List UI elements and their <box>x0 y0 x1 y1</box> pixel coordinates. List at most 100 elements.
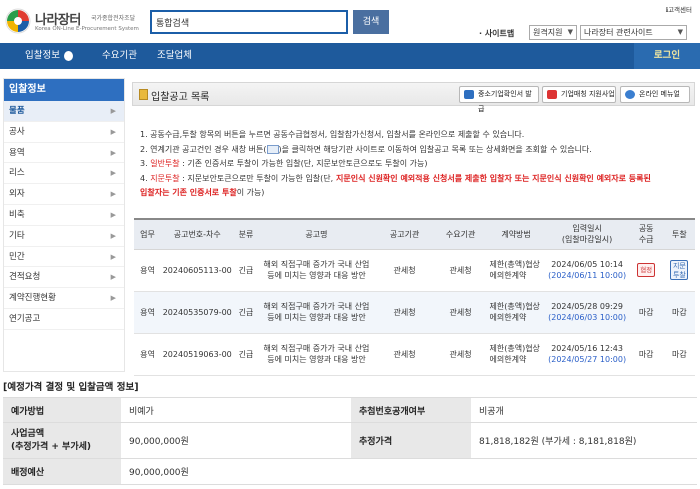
logo-icon <box>5 8 31 34</box>
notice-3-label: 일반투찰 <box>150 159 180 168</box>
notice-list: 1. 공동수급,투찰 항목의 버튼을 누르면 공동수급협정서, 입찰참가신청서,… <box>132 122 695 204</box>
input-date: 2024/05/16 12:43 <box>551 344 623 353</box>
col-header: 입력일시 (입찰마감일시) <box>545 218 629 250</box>
chevron-right-icon: ▶ <box>110 210 116 219</box>
sidebar-item-construction[interactable]: 공사 ▶ <box>4 122 124 143</box>
cell-joint: 마감 <box>628 333 664 376</box>
info-row: 예가방법 비예가 추첨번호공개여부 비공개 <box>3 397 697 423</box>
bid-name-link[interactable]: 해외 직접구매 증가가 국내 산업 등에 미치는 영향과 대응 방안 <box>258 249 375 292</box>
remote-support-label: 원격지원 <box>533 28 563 37</box>
search-button[interactable]: 검색 <box>353 10 389 34</box>
sidebar-item-stockpile[interactable]: 비축 ▶ <box>4 205 124 226</box>
nav-supplier[interactable]: 조달업체 <box>157 43 192 69</box>
top-header: 나라장터 국가종합전자조달 Korea ON-Line E-Procuremen… <box>0 0 700 40</box>
logo-subtitle: 국가종합전자조달 <box>91 15 136 22</box>
cell-demand: 관세청 <box>434 249 487 292</box>
sme-certificate-button[interactable]: 중소기업확인서 발급 <box>459 86 539 113</box>
sidebar-item-label: 용역 <box>9 147 25 158</box>
sidebar-item-label: 계약진행현황 <box>9 293 56 304</box>
table-header-row: 업무 공고번호-차수 분류 공고명 공고기관 수요기관 계약방법 입력일시 (입… <box>134 218 695 250</box>
sidebar-item-label: 견적요청 <box>9 272 41 283</box>
search-input[interactable]: 통합검색 <box>150 10 348 34</box>
related-sites-dropdown[interactable]: 나라장터 관련사이트 ▼ <box>580 25 687 40</box>
joint-agreement-button[interactable]: 협정 <box>637 263 656 277</box>
col-header: 공고번호-차수 <box>160 218 234 250</box>
bid-name-link[interactable]: 해외 직접구매 증가가 국내 산업 등에 미치는 영향과 대응 방안 <box>258 333 375 376</box>
col-header: 공고기관 <box>374 218 435 250</box>
info-value: 81,818,182원 (부가세 : 8,181,818원) <box>471 422 697 459</box>
sme-certificate-label: 중소기업확인서 발급 <box>478 90 532 113</box>
search-select[interactable]: 통합검색 <box>156 16 189 29</box>
sidebar-item-contract-status[interactable]: 계약진행현황 ▶ <box>4 288 124 309</box>
notepad-icon <box>139 89 148 100</box>
notice-1: 1. 공동수급,투찰 항목의 버튼을 누르면 공동수급협정서, 입찰참가신청서,… <box>140 130 525 139</box>
manual-button[interactable]: 온라인 메뉴얼 <box>620 86 690 103</box>
sidebar-item-lease[interactable]: 리스 ▶ <box>4 163 124 185</box>
cell-method: 제한(총액)협상에의한계약 <box>486 333 546 376</box>
sidebar-item-label: 리스 <box>9 168 25 179</box>
cell-work: 용역 <box>134 249 161 292</box>
sidebar-item-service[interactable]: 용역 ▶ <box>4 143 124 164</box>
chevron-right-icon: ▶ <box>110 252 116 261</box>
main-content: 입찰공고 목록 중소기업확인서 발급 기업매칭 지원사업 온라인 메뉴얼 1. … <box>132 78 697 376</box>
page-title: 입찰공고 목록 <box>151 92 210 103</box>
sidebar-item-label: 외자 <box>9 189 25 200</box>
chevron-right-icon: ▶ <box>110 231 116 240</box>
notice-4: 4. 지문투찰 : 지문보안토큰으로만 투찰이 가능한 입찰(단, 지문인식 신… <box>140 172 687 201</box>
info-label: 예가방법 <box>3 397 121 423</box>
info-label: 추첨번호공개여부 <box>351 397 471 423</box>
input-date: 2024/06/05 10:14 <box>551 260 623 269</box>
cell-category: 긴급 <box>233 291 259 334</box>
cell-date: 2024/05/16 12:43 (2024/05/27 10:00) <box>545 333 629 376</box>
deadline-date: (2024/06/11 10:00) <box>548 271 627 280</box>
nav-demand-org[interactable]: 수요기관 <box>102 43 137 69</box>
cell-bid: 지문 투찰 <box>663 249 695 292</box>
remote-support-dropdown[interactable]: 원격지원 ▼ <box>529 25 577 40</box>
col-header: 계약방법 <box>486 218 546 250</box>
chevron-right-icon: ▶ <box>110 273 116 282</box>
notice-2-text: 2. 연계기관 공고건인 경우 새창 버튼( <box>140 144 267 154</box>
sidebar-item-etc[interactable]: 기타 ▶ <box>4 226 124 247</box>
bid-number-link[interactable]: 20240605113-00 <box>160 249 234 292</box>
manual-label: 온라인 메뉴얼 <box>639 90 680 98</box>
cell-category: 긴급 <box>233 249 259 292</box>
deadline-date: (2024/06/03 10:00) <box>548 313 627 322</box>
login-button[interactable]: 로그인 <box>634 43 700 69</box>
sitemap-link[interactable]: · 사이트맵 <box>479 28 514 39</box>
cell-method: 제한(총액)협상에의한계약 <box>486 291 546 334</box>
nav-bid-info[interactable]: 입찰정보 <box>25 43 60 69</box>
notice-4-label: 지문투찰 <box>150 173 180 183</box>
main-nav: 입찰정보 수요기관 조달업체 로그인 <box>0 43 700 69</box>
info-label: 배정예산 <box>3 458 121 485</box>
logo[interactable]: 나라장터 국가종합전자조달 Korea ON-Line E-Procuremen… <box>5 6 145 36</box>
help-link[interactable]: ℹ고객센터 <box>666 4 692 14</box>
sidebar-item-private[interactable]: 민간 ▶ <box>4 247 124 268</box>
chevron-right-icon: ▶ <box>110 127 116 136</box>
matching-support-button[interactable]: 기업매칭 지원사업 <box>542 86 616 103</box>
notice-2-text: )을 클릭하면 해당기관 사이트로 이동하여 입찰공고 목록 또는 상세화면을 … <box>278 144 592 154</box>
chevron-right-icon: ▶ <box>110 190 116 199</box>
sidebar-item-label: 물품 <box>9 106 25 116</box>
sidebar-item-label: 공사 <box>9 126 25 137</box>
cell-method: 제한(총액)협상에의한계약 <box>486 249 546 292</box>
matching-support-label: 기업매칭 지원사업 <box>561 90 615 98</box>
bid-name-link[interactable]: 해외 직접구매 증가가 국내 산업 등에 미치는 영향과 대응 방안 <box>258 291 375 334</box>
chevron-right-icon: ▶ <box>110 107 116 115</box>
sidebar-item-goods[interactable]: 물품 ▶ <box>4 101 124 122</box>
bid-number-link[interactable]: 20240519063-00 <box>160 333 234 376</box>
sidebar-item-postponed[interactable]: 연기공고 <box>4 309 124 330</box>
col-header: 분류 <box>233 218 259 250</box>
deadline-date: (2024/05/27 10:00) <box>548 355 627 364</box>
sidebar-item-foreign[interactable]: 외자 ▶ <box>4 184 124 205</box>
info-value: 90,000,000원 <box>121 458 351 485</box>
chevron-right-icon: ▶ <box>110 148 116 157</box>
sidebar-item-quote[interactable]: 견적요청 ▶ <box>4 267 124 289</box>
chevron-down-icon: ▼ <box>677 28 683 36</box>
notice-2: 2. 연계기관 공고건인 경우 새창 버튼( )을 클릭하면 해당기관 사이트로 … <box>140 143 687 158</box>
chevron-right-icon: ▶ <box>110 294 116 303</box>
bid-number-link[interactable]: 20240535079-00 <box>160 291 234 334</box>
handshake-icon <box>547 90 557 99</box>
fingerprint-bid-button[interactable]: 지문 투찰 <box>670 260 689 280</box>
price-info-table: 예가방법 비예가 추첨번호공개여부 비공개 사업금액 (추정가격 + 부가세) … <box>3 397 697 485</box>
col-header: 공고명 <box>258 218 375 250</box>
